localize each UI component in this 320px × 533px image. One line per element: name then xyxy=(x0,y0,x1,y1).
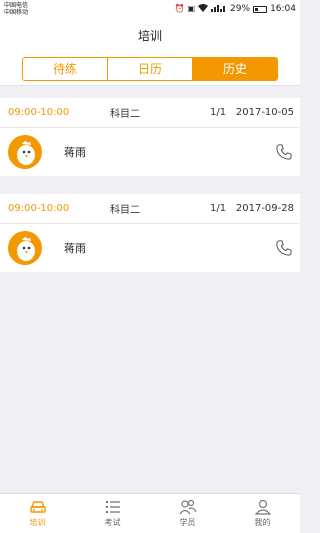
avatar xyxy=(8,231,42,265)
record-date: 2017-10-05 xyxy=(235,107,294,118)
tabbar-label: 考试 xyxy=(104,518,121,527)
carrier-1: 中国电信 xyxy=(4,2,29,9)
student-name: 蒋雨 xyxy=(64,242,86,255)
record-count: 1/1 xyxy=(210,203,227,214)
signal-icon xyxy=(211,4,227,14)
students-icon xyxy=(179,499,197,515)
avatar xyxy=(8,135,42,169)
carrier-info: 中国电信 中国移动 xyxy=(4,2,28,16)
tabbar-label: 培训 xyxy=(29,518,46,527)
history-list: 09:00-10:00 科目二 1/1 2017-10-05 蒋雨 09:00-… xyxy=(0,86,300,272)
page-title: 培训 xyxy=(137,28,162,43)
bottom-tab-bar: 培训 考试 学员 我的 xyxy=(0,493,300,533)
record-time: 09:00-10:00 xyxy=(8,203,70,214)
status-bar: 中国电信 中国移动 ⏰ ▣ 29% 16:04 xyxy=(0,0,300,18)
phone-icon[interactable] xyxy=(274,142,294,162)
segment-control: 待练 日历 历史 xyxy=(22,56,278,81)
list-item[interactable]: 09:00-10:00 科目二 1/1 2017-10-05 蒋雨 xyxy=(0,98,300,176)
chick-avatar-icon xyxy=(17,141,35,165)
tabbar-item-mine[interactable]: 我的 xyxy=(225,494,300,533)
car-icon xyxy=(29,501,46,513)
tabbar-label: 学员 xyxy=(179,518,196,527)
status-icons: ⏰ ▣ 29% 16:04 xyxy=(175,4,296,14)
record-date: 2017-09-28 xyxy=(235,203,294,214)
wifi-icon xyxy=(198,4,209,14)
clock: 16:04 xyxy=(270,4,296,14)
record-student: 蒋雨 xyxy=(0,128,300,176)
tabbar-item-training[interactable]: 培训 xyxy=(0,494,75,533)
nav-bar: 培训 xyxy=(0,18,300,52)
record-subject: 科目二 xyxy=(110,205,140,216)
carrier-2: 中国移动 xyxy=(4,9,29,16)
tab-history[interactable]: 历史 xyxy=(193,57,277,80)
record-header: 09:00-10:00 科目二 1/1 2017-10-05 xyxy=(0,98,300,128)
tabbar-label: 我的 xyxy=(254,518,271,527)
chick-avatar-icon xyxy=(17,237,35,261)
record-count: 1/1 xyxy=(210,107,227,118)
list-item[interactable]: 09:00-10:00 科目二 1/1 2017-09-28 蒋雨 xyxy=(0,194,300,272)
tabbar-item-students[interactable]: 学员 xyxy=(150,494,225,533)
tab-pending[interactable]: 待练 xyxy=(23,57,108,80)
segment-control-wrapper: 待练 日历 历史 xyxy=(0,52,300,86)
person-icon xyxy=(254,499,271,515)
list-icon xyxy=(105,501,120,513)
tabbar-item-exam[interactable]: 考试 xyxy=(75,494,150,533)
tab-calendar[interactable]: 日历 xyxy=(108,57,193,80)
record-header: 09:00-10:00 科目二 1/1 2017-09-28 xyxy=(0,194,300,224)
student-name: 蒋雨 xyxy=(64,146,86,159)
phone-icon[interactable] xyxy=(274,238,294,258)
record-student: 蒋雨 xyxy=(0,224,300,272)
nfc-icon: ▣ xyxy=(187,4,196,13)
record-time: 09:00-10:00 xyxy=(8,107,70,118)
battery-percent: 29% xyxy=(230,4,251,14)
record-subject: 科目二 xyxy=(110,109,140,120)
battery-icon xyxy=(253,5,268,13)
alarm-icon: ⏰ xyxy=(174,4,185,13)
